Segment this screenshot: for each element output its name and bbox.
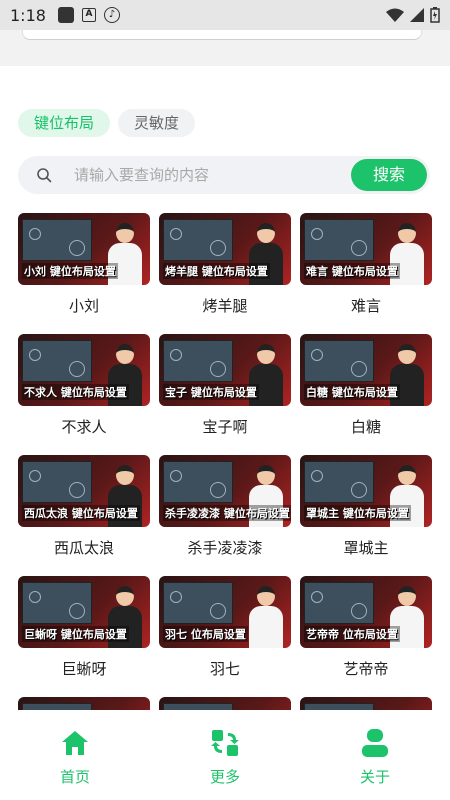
music-icon: ♪ — [103, 7, 120, 23]
banner-title: 杀手凌凌漆 键位布局设置 — [163, 505, 291, 521]
wifi-icon — [386, 8, 404, 22]
player-name: 西瓜太浪 — [53, 539, 114, 557]
notification-square-icon — [57, 7, 74, 23]
game-screenshot — [22, 219, 92, 261]
game-screenshot — [163, 703, 233, 710]
game-screenshot — [304, 582, 374, 624]
player-photo — [247, 586, 285, 648]
player-name: 不求人 — [61, 418, 107, 436]
banner-title: 西瓜太浪 键位布局设置 — [22, 505, 140, 521]
grid-item[interactable]: 白糖 键位布局设置 白糖 — [300, 334, 432, 436]
player-name: 艺帝帝 — [343, 660, 389, 678]
game-screenshot — [163, 340, 233, 382]
player-name: 杀手凌凌漆 — [187, 539, 263, 557]
player-name: 白糖 — [350, 418, 381, 436]
thumbnail[interactable]: 羽七 位布局设置 — [159, 576, 291, 648]
game-screenshot — [304, 219, 374, 261]
category-tabs: 键位布局 灵敏度 — [18, 109, 196, 137]
banner-title: 小刘 键位布局设置 — [22, 263, 118, 279]
nav-more[interactable]: 更多 — [150, 714, 300, 800]
search-icon — [37, 168, 52, 183]
grid-item[interactable]: 不求人 键位布局设置 不求人 — [18, 334, 150, 436]
thumbnail[interactable]: 西瓜太浪 键位布局设置 — [18, 455, 150, 527]
thumbnail[interactable]: 难言 键位布局设置 — [300, 213, 432, 285]
thumbnail[interactable]: 罩城主 键位布局设置 — [300, 455, 432, 527]
grid-item[interactable]: 杀手凌凌漆 键位布局设置 杀手凌凌漆 — [159, 455, 291, 557]
player-name: 难言 — [350, 297, 381, 315]
signal-icon — [410, 8, 424, 22]
game-screenshot — [163, 461, 233, 503]
banner-title: 难言 键位布局设置 — [304, 263, 400, 279]
thumbnail[interactable]: 白糖 键位布局设置 — [300, 334, 432, 406]
player-name: 罩城主 — [343, 539, 389, 557]
banner-title: 艺帝帝 位布局设置 — [304, 626, 400, 642]
nav-home[interactable]: 首页 — [0, 714, 150, 800]
grid-item[interactable]: 西瓜太浪 键位布局设置 西瓜太浪 — [18, 455, 150, 557]
game-screenshot — [22, 461, 92, 503]
tab-key-layout[interactable]: 键位布局 — [18, 109, 111, 137]
grid-item[interactable]: 巨蜥呀 键位布局设置 巨蜥呀 — [18, 576, 150, 678]
thumbnail[interactable]: 小刘 键位布局设置 — [18, 213, 150, 285]
thumbnail[interactable] — [18, 697, 150, 710]
grid-item[interactable]: 小刘 键位布局设置 小刘 — [18, 213, 150, 315]
banner-title: 烤羊腿 键位布局设置 — [163, 263, 270, 279]
game-screenshot — [163, 582, 233, 624]
battery-icon — [430, 7, 440, 23]
player-name: 巨蜥呀 — [61, 660, 107, 678]
grid-item[interactable]: 宝子 键位布局设置 宝子啊 — [159, 334, 291, 436]
thumbnail[interactable] — [159, 697, 291, 710]
bottom-nav: 首页 更多 关于 — [0, 714, 450, 800]
player-grid: 小刘 键位布局设置 小刘 烤羊腿 键位布局设置 烤羊腿 难言 键位布局设置 难言… — [18, 213, 432, 710]
nav-about[interactable]: 关于 — [300, 714, 450, 800]
thumbnail[interactable]: 杀手凌凌漆 键位布局设置 — [159, 455, 291, 527]
thumbnail[interactable]: 烤羊腿 键位布局设置 — [159, 213, 291, 285]
user-icon — [362, 729, 388, 757]
banner-card-edge — [22, 30, 422, 40]
game-screenshot — [304, 461, 374, 503]
grid-item[interactable]: 烤羊腿 键位布局设置 烤羊腿 — [159, 213, 291, 315]
game-screenshot — [22, 582, 92, 624]
grid-item[interactable]: 艺帝帝 位布局设置 艺帝帝 — [300, 576, 432, 678]
banner-title: 羽七 位布局设置 — [163, 626, 248, 642]
status-time: 1:18 — [10, 5, 46, 25]
game-screenshot — [163, 219, 233, 261]
player-name: 宝子啊 — [202, 418, 248, 436]
grid-item[interactable]: 羽七 位布局设置 羽七 — [159, 576, 291, 678]
game-screenshot — [22, 340, 92, 382]
font-a-icon: A — [81, 8, 96, 22]
grid-item[interactable]: 难言 键位布局设置 难言 — [300, 213, 432, 315]
top-banner-area — [0, 30, 450, 66]
player-name: 羽七 — [209, 660, 240, 678]
home-icon — [62, 731, 88, 755]
grid-item[interactable] — [159, 697, 291, 710]
thumbnail[interactable]: 宝子 键位布局设置 — [159, 334, 291, 406]
banner-title: 巨蜥呀 键位布局设置 — [22, 626, 129, 642]
nav-more-label: 更多 — [209, 768, 240, 786]
grid-item[interactable] — [18, 697, 150, 710]
refresh-icon — [211, 730, 239, 756]
thumbnail[interactable]: 艺帝帝 位布局设置 — [300, 576, 432, 648]
banner-title: 宝子 键位布局设置 — [163, 384, 259, 400]
game-screenshot — [304, 340, 374, 382]
search-bar: 搜索 — [18, 156, 430, 194]
nav-about-label: 关于 — [359, 768, 390, 786]
game-screenshot — [22, 703, 92, 710]
search-button[interactable]: 搜索 — [351, 159, 427, 191]
banner-title: 不求人 键位布局设置 — [22, 384, 129, 400]
grid-item[interactable] — [300, 697, 432, 710]
thumbnail[interactable] — [300, 697, 432, 710]
grid-item[interactable]: 罩城主 键位布局设置 罩城主 — [300, 455, 432, 557]
thumbnail[interactable]: 巨蜥呀 键位布局设置 — [18, 576, 150, 648]
player-name: 小刘 — [68, 297, 99, 315]
tab-sensitivity[interactable]: 灵敏度 — [118, 109, 196, 137]
player-name: 烤羊腿 — [202, 297, 248, 315]
nav-home-label: 首页 — [59, 768, 90, 786]
search-input[interactable] — [74, 166, 351, 184]
status-bar: 1:18 A ♪ — [0, 0, 450, 30]
banner-title: 白糖 键位布局设置 — [304, 384, 400, 400]
game-screenshot — [304, 703, 374, 710]
banner-title: 罩城主 键位布局设置 — [304, 505, 411, 521]
thumbnail[interactable]: 不求人 键位布局设置 — [18, 334, 150, 406]
